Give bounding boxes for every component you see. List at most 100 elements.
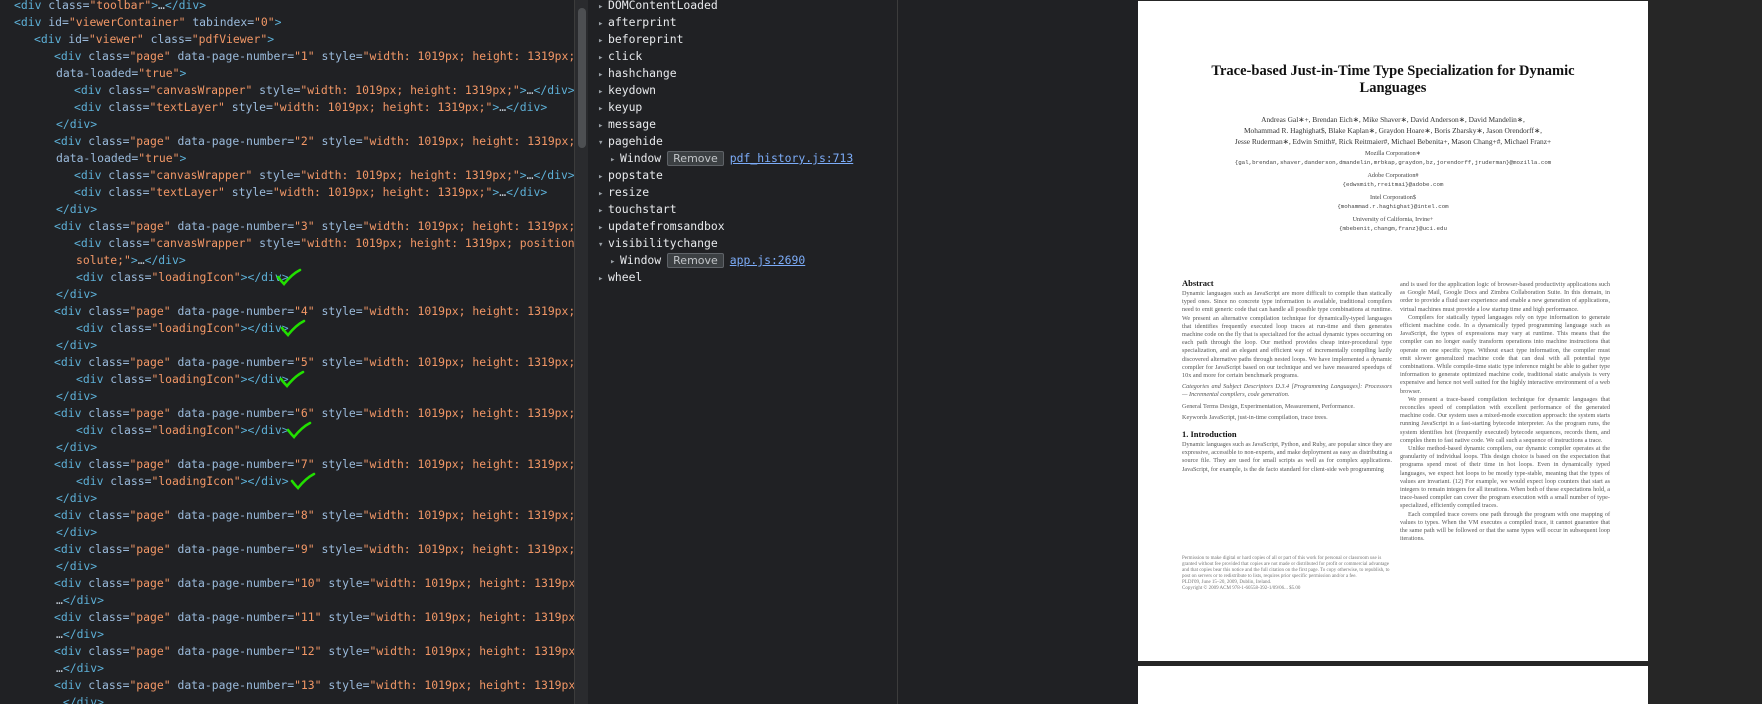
event-listener-keydown[interactable]: ▸ keydown [598,82,656,99]
dom-token: class= [88,678,130,692]
event-listener-hashchange[interactable]: ▸ hashchange [598,65,677,82]
dom-token: <div [54,49,89,63]
dom-token: class= [108,185,150,199]
event-listener-keyup[interactable]: ▸ keyup [598,99,642,116]
dom-token: "textLayer" [149,100,225,114]
elements-scrollbar-thumb[interactable] [578,8,586,148]
dom-token: solute;" [76,253,131,267]
event-listener-popstate[interactable]: ▸ popstate [598,167,663,184]
event-listener-resize[interactable]: ▸ resize [598,184,649,201]
dom-node-row[interactable]: <div class="textLayer" style="width: 101… [64,99,547,116]
dom-node-row[interactable]: <div class="page" data-page-number="7" s… [44,456,574,473]
dom-node-row[interactable]: <div class="canvasWrapper" style="width:… [64,167,574,184]
dom-token: style= [314,542,363,556]
dom-node-row[interactable]: </div> [56,388,97,405]
event-listener-wheel[interactable]: ▸ wheel [598,269,642,286]
dom-node-row[interactable]: <div class="page" data-page-number="3" s… [44,218,574,235]
dom-node-row[interactable]: </div> [56,116,97,133]
dom-token: "width: 1019px; height: 1319px;" [300,83,520,97]
dom-node-row[interactable]: <div class="page" data-page-number="4" s… [44,303,574,320]
dom-node-row[interactable]: <div class="loadingIcon"></div> [76,371,289,388]
event-listener-touchstart[interactable]: ▸ touchstart [598,201,677,218]
dom-node-row[interactable]: <div class="loadingIcon"></div> [76,473,289,490]
dom-node-row[interactable]: <div class="page" data-page-number="9" s… [44,541,574,558]
event-listener-visibilitychange[interactable]: ▾ visibilitychange [598,235,718,252]
dom-node-row[interactable]: <div class="toolbar">…</div> [14,0,206,14]
event-listener-domcontentloaded[interactable]: ▸ DOMContentLoaded [598,0,718,14]
listener-entry[interactable]: ▸ Window Remove pdf_history.js:713 [610,150,853,167]
dom-node-row[interactable]: data-loaded="true"> [56,150,186,167]
dom-node-row[interactable]: <div class="canvasWrapper" style="width:… [64,235,574,252]
dom-token: </div> [62,661,105,675]
listener-entry[interactable]: ▸ Window Remove app.js:2690 [610,252,805,269]
viewer-background [898,0,1138,704]
dom-node-row[interactable]: <div class="page" data-page-number="12" … [44,643,574,660]
dom-node-row[interactable]: </div> [56,439,97,456]
event-name: click [608,49,643,63]
dom-token: "width: 1019px; height: 1319px;" [362,406,574,420]
event-listener-click[interactable]: ▸ click [598,48,642,65]
dom-node-row[interactable]: <div class="loadingIcon"></div> [76,320,289,337]
dom-node-row[interactable]: …</div> [56,626,104,643]
dom-node-row[interactable]: <div class="page" data-page-number="8" s… [44,507,574,524]
dom-node-row[interactable]: <div class="textLayer" style="width: 101… [64,184,547,201]
expanded-arrow-icon[interactable]: ▾ [598,135,608,152]
dom-node-row[interactable]: …</div> [56,694,104,704]
event-name: keyup [608,100,643,114]
dom-node-row[interactable]: <div class="page" data-page-number="13" … [44,677,574,694]
dom-node-row[interactable]: <div class="loadingIcon"></div> [76,269,289,286]
dom-token: class= [88,355,130,369]
right-paragraph-2: Compilers for statically typed languages… [1400,313,1610,395]
dom-token: "loadingIcon" [151,423,241,437]
dom-node-row[interactable]: <div id="viewer" class="pdfViewer"> [24,31,274,48]
dom-token: ></div> [240,423,289,437]
dom-node-row[interactable]: …</div> [56,592,104,609]
dom-node-row[interactable]: </div> [56,524,97,541]
remove-listener-button[interactable]: Remove [667,151,724,166]
expanded-arrow-icon[interactable]: ▾ [598,237,608,254]
dom-token: </div> [56,389,98,403]
dom-token: <div [76,372,111,386]
dom-node-row[interactable]: <div id="viewerContainer" tabindex="0"> [4,14,281,31]
dom-node-row[interactable]: </div> [56,490,97,507]
dom-node-row[interactable]: <div class="loadingIcon"></div> [76,422,289,439]
dom-token: "4" [294,304,315,318]
dom-token: class= [88,644,130,658]
dom-node-row[interactable]: <div class="page" data-page-number="1" s… [44,48,574,65]
event-listener-pagehide[interactable]: ▾ pagehide [598,133,663,150]
dom-node-row[interactable]: <div class="page" data-page-number="6" s… [44,405,574,422]
dom-node-row[interactable]: <div class="page" data-page-number="10" … [44,575,574,592]
dom-token: class= [110,474,152,488]
event-listener-message[interactable]: ▸ message [598,116,656,133]
event-listener-beforeprint[interactable]: ▸ beforeprint [598,31,683,48]
dom-node-row[interactable]: …</div> [56,660,104,677]
dom-node-row[interactable]: <div class="canvasWrapper" style="width:… [64,82,574,99]
dom-node-row[interactable]: </div> [56,337,97,354]
dom-node-row[interactable]: <div class="page" data-page-number="2" s… [44,133,574,150]
event-listener-updatefromsandbox[interactable]: ▸ updatefromsandbox [598,218,725,235]
dom-node-row[interactable]: </div> [56,201,97,218]
event-listener-afterprint[interactable]: ▸ afterprint [598,14,677,31]
pdf-viewer[interactable]: Trace-based Just-in-Time Type Specializa… [1138,0,1762,704]
listener-source-link[interactable]: app.js:2690 [730,253,805,267]
dom-token: "8" [294,508,315,522]
dom-token: style= [314,49,363,63]
dom-node-row[interactable]: </div> [56,286,97,303]
dom-token: "page" [129,134,171,148]
dom-node-row[interactable]: data-loaded="true"> [56,65,186,82]
dom-node-row[interactable]: <div class="page" data-page-number="5" s… [44,354,574,371]
affiliation-name: Intel Corporation$ [1370,194,1416,201]
dom-node-row[interactable]: </div> [56,558,97,575]
dom-token: "page" [129,610,171,624]
dom-node-row[interactable]: solute;">…</div> [76,252,186,269]
dom-token: <div [14,0,49,12]
dom-token: </div> [56,202,98,216]
remove-listener-button[interactable]: Remove [667,253,724,268]
dom-node-row[interactable]: <div class="page" data-page-number="11" … [44,609,574,626]
right-paragraph-1: and is used for the application logic of… [1400,281,1610,313]
right-paragraph-5: Each compiled trace covers one path thro… [1400,510,1610,543]
elements-scrollbar[interactable] [574,0,588,704]
event-name: popstate [608,168,663,182]
listener-source-link[interactable]: pdf_history.js:713 [730,151,853,165]
collapsed-arrow-icon[interactable]: ▸ [598,271,608,288]
